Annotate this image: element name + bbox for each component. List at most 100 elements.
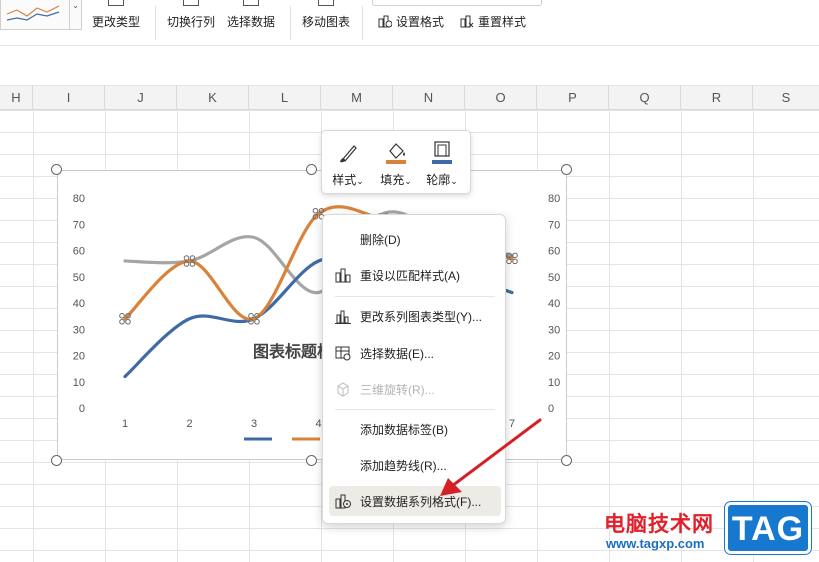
reset-style-icon [335, 267, 351, 283]
menu-item-change-series-chart-type[interactable]: 更改系列图表类型(Y)... [329, 301, 501, 331]
style-label: 样式 [332, 173, 357, 187]
chart-title: 图表标题栏 [253, 342, 333, 361]
menu-item-reset-match-style[interactable]: 重设以匹配样式(A) [329, 260, 501, 290]
y-axis-right-tick-label: 0 [548, 403, 554, 415]
menu-item-3d-rotation: 三维旋转(R)... [329, 374, 501, 404]
y-axis-right-tick-label: 20 [548, 351, 560, 363]
resize-handle-top[interactable] [306, 164, 317, 175]
chart-style-gallery[interactable] [0, 0, 70, 30]
column-header[interactable]: I [33, 86, 105, 110]
menu-item-add-trendline[interactable]: 添加趋势线(R)... [329, 450, 501, 480]
paint-bucket-icon [383, 139, 409, 165]
set-format-label: 设置格式 [396, 14, 445, 29]
y-axis-left-tick-label: 60 [73, 246, 85, 258]
y-axis-right-tick-label: 40 [548, 298, 560, 310]
column-header[interactable]: N [393, 86, 465, 110]
fill-button[interactable]: 填充⌄ [376, 139, 416, 189]
fill-label: 填充 [380, 173, 405, 187]
column-header[interactable]: O [465, 86, 537, 110]
outline-label: 轮廓 [426, 173, 451, 187]
caret-icon: ⌄ [404, 176, 412, 186]
selection-marker-dot [254, 318, 260, 325]
resize-handle-top-right[interactable] [561, 164, 572, 175]
switch-row-column-label: 切换行列 [166, 15, 215, 29]
select-data-label: 选择数据 [226, 15, 275, 29]
menu-item-add-data-labels[interactable]: 添加数据标签(B) [329, 414, 501, 444]
x-axis-tick-label: 7 [509, 418, 515, 430]
watermark-url: www.tagxp.com [606, 536, 705, 551]
selection-marker-dot [248, 312, 254, 319]
switch-row-column-icon [183, 0, 199, 6]
chart-style-thumbnail [6, 5, 60, 21]
chart-elements-dropdown[interactable] [372, 0, 542, 6]
menu-item-delete[interactable]: 删除(D) [329, 224, 501, 254]
menu-item-format-data-series[interactable]: 设置数据系列格式(F)... [329, 486, 501, 516]
change-chart-type-button[interactable]: 更改类型 [88, 0, 144, 40]
column-header[interactable]: M [321, 86, 393, 110]
column-header[interactable]: Q [609, 86, 681, 110]
y-axis-right-tick-label: 30 [548, 324, 560, 336]
menu-item-label: 设置数据系列格式(F)... [360, 494, 482, 509]
menu-item-label: 选择数据(E)... [360, 346, 434, 361]
menu-item-label: 重设以匹配样式(A) [360, 268, 460, 283]
chevron-down-icon: ⌄ [72, 1, 79, 10]
reset-style-label: 重置样式 [478, 14, 527, 29]
y-axis-left-tick-label: 40 [73, 298, 85, 310]
resize-handle-bottom-left[interactable] [51, 455, 62, 466]
outline-icon [429, 139, 455, 165]
selection-marker-dot [119, 318, 125, 325]
cube-icon [335, 381, 351, 397]
menu-separator [335, 409, 495, 410]
ribbon: ⌄ 更改类型 切换行列 选择数据 移动图表 设置格式 重置样式 [0, 0, 819, 46]
caret-icon: ⌄ [356, 176, 364, 186]
menu-item-label: 删除(D) [360, 232, 401, 247]
format-series-icon [335, 493, 351, 509]
y-axis-left-tick-label: 70 [73, 219, 85, 231]
y-axis-left-tick-label: 10 [73, 377, 85, 389]
move-chart-button[interactable]: 移动图表 [298, 0, 354, 40]
watermark-tag-text: TAG [731, 510, 805, 548]
selection-marker-dot [119, 312, 125, 319]
ribbon-separator [155, 6, 156, 40]
resize-handle-top-left[interactable] [51, 164, 62, 175]
column-header[interactable]: S [753, 86, 819, 110]
move-chart-label: 移动图表 [301, 15, 350, 29]
change-chart-type-label: 更改类型 [91, 15, 140, 29]
column-header[interactable]: R [681, 86, 753, 110]
column-header[interactable]: H [0, 86, 33, 110]
column-header[interactable]: K [177, 86, 249, 110]
style-button[interactable]: 样式⌄ [328, 139, 368, 189]
format-icon [378, 14, 393, 28]
resize-handle-bottom[interactable] [306, 455, 317, 466]
menu-item-label: 添加数据标签(B) [360, 422, 448, 437]
y-axis-right-tick-label: 10 [548, 377, 560, 389]
menu-item-label: 添加趋势线(R)... [360, 458, 447, 473]
selection-marker-dot [512, 258, 518, 265]
switch-row-column-button[interactable]: 切换行列 [163, 0, 219, 40]
reset-style-button[interactable]: 重置样式 [460, 12, 526, 30]
brush-icon [335, 139, 361, 165]
move-chart-icon [318, 0, 334, 6]
blank-icon [335, 457, 351, 473]
y-axis-right-tick-label: 70 [548, 219, 560, 231]
select-data-button[interactable]: 选择数据 [223, 0, 279, 40]
y-axis-left-tick-label: 0 [79, 403, 85, 415]
selection-marker-dot [506, 258, 512, 265]
outline-button[interactable]: 轮廓⌄ [422, 139, 462, 189]
selection-marker-dot [312, 207, 319, 214]
menu-item-select-data[interactable]: 选择数据(E)... [329, 338, 501, 368]
gallery-scroll-button[interactable]: ⌄ [70, 0, 82, 30]
x-axis-tick-label: 3 [251, 418, 257, 430]
x-axis-tick-label: 1 [122, 418, 128, 430]
column-header[interactable]: P [537, 86, 609, 110]
reset-style-icon [460, 14, 474, 28]
column-header[interactable]: J [105, 86, 177, 110]
resize-handle-bottom-right[interactable] [561, 455, 572, 466]
caret-icon: ⌄ [450, 176, 458, 186]
set-format-button[interactable]: 设置格式 [378, 12, 444, 30]
column-header[interactable]: L [249, 86, 321, 110]
y-axis-left-tick-label: 30 [73, 324, 85, 336]
table-icon [335, 345, 351, 361]
watermark-tag-badge: TAG [725, 502, 811, 554]
blank-icon [335, 231, 351, 247]
